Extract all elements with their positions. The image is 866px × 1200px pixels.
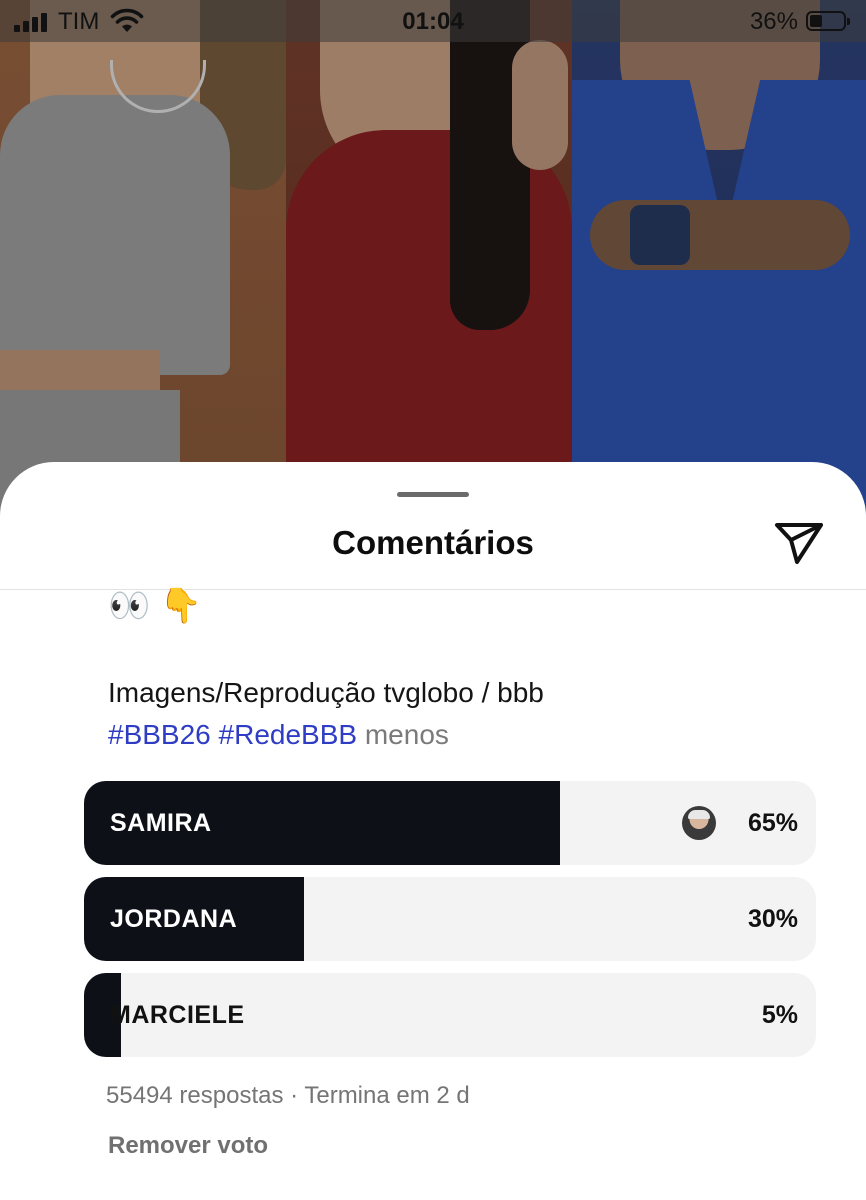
- clock: 01:04: [402, 8, 464, 35]
- post-caption: Imagens/Reprodução tvglobo / bbb: [108, 677, 544, 708]
- sheet-title: Comentários: [332, 524, 534, 561]
- post-image[interactable]: [0, 0, 866, 520]
- poll-option-label: SAMIRA: [110, 809, 212, 837]
- poll-option-label: MARCIELE: [110, 1001, 245, 1029]
- battery-icon: [806, 11, 850, 31]
- comments-sheet: Comentários 👀 👇 Imagens/Reprodução tvglo…: [0, 462, 866, 1200]
- poll-option-samira[interactable]: SAMIRA 65%: [84, 781, 816, 865]
- poll-option-percent: 65%: [747, 809, 798, 837]
- remove-vote-button[interactable]: Remover voto: [108, 1132, 268, 1160]
- battery-nub: [847, 18, 850, 25]
- poll-option-jordana[interactable]: JORDANA 30%: [84, 877, 816, 961]
- poll-option-percent: 5%: [761, 1001, 798, 1029]
- hashtag-link[interactable]: #BBB26: [108, 719, 211, 750]
- poll-option-marciele[interactable]: MARCIELE 5%: [84, 973, 816, 1057]
- poll-option-label: JORDANA: [110, 905, 238, 933]
- battery-percent: 36%: [749, 8, 798, 35]
- less-link[interactable]: menos: [365, 719, 449, 750]
- poll-meta: 55494 respostas · Termina em 2 d: [106, 1082, 470, 1109]
- status-bar: TIM 01:04 36%: [0, 0, 866, 42]
- image-dim-overlay: [0, 0, 866, 520]
- avatar: [682, 806, 716, 840]
- caption-hashtags: #BBB26 #RedeBBB menos: [108, 714, 449, 756]
- poll-option-percent: 30%: [747, 905, 798, 933]
- share-icon[interactable]: [772, 518, 826, 568]
- hashtag-link[interactable]: #RedeBBB: [219, 719, 358, 750]
- battery-level-fill: [810, 15, 822, 27]
- caption-emojis: 👀 👇: [108, 587, 203, 625]
- sheet-drag-handle[interactable]: [397, 492, 469, 497]
